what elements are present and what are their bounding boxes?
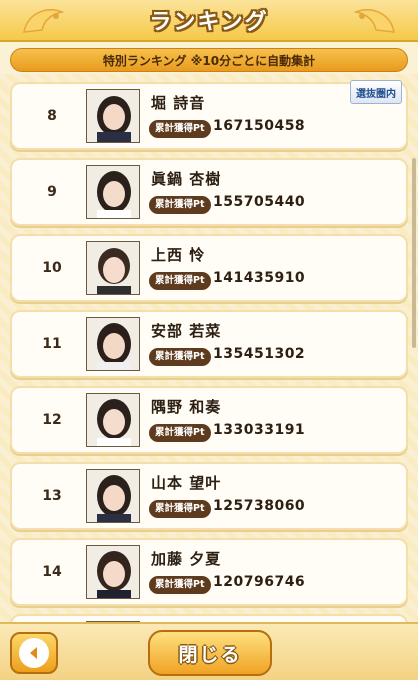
member-name: 眞鍋 杏樹 xyxy=(151,170,222,188)
points-label-badge: 累計獲得Pt xyxy=(149,424,211,442)
member-name: 安部 若菜 xyxy=(151,322,222,340)
ranking-row[interactable]: 9 眞鍋 杏樹 累計獲得Pt 155705440 xyxy=(10,158,408,226)
points-value: 120796746 xyxy=(213,574,306,590)
member-photo xyxy=(86,469,140,523)
peacock-ornament-icon xyxy=(353,9,395,33)
ranking-row[interactable]: 13 山本 望叶 累計獲得Pt 125738060 xyxy=(10,462,408,530)
rank-number: 8 xyxy=(47,108,57,124)
points-label-badge: 累計獲得Pt xyxy=(149,348,211,366)
peacock-ornament-icon xyxy=(23,9,65,33)
header-bar: ランキング xyxy=(0,0,418,42)
member-name: 加藤 夕夏 xyxy=(151,550,222,568)
ranking-list[interactable]: 8 堀 詩音 累計獲得Pt 167150458 選抜圏内 9 眞鍋 杏樹 累計獲… xyxy=(0,74,418,622)
member-photo xyxy=(86,241,140,295)
member-name: 上西 怜 xyxy=(151,246,206,264)
rank-number: 11 xyxy=(42,336,62,352)
points-value: 167150458 xyxy=(213,118,306,134)
rank-number: 13 xyxy=(42,488,62,504)
member-photo xyxy=(86,89,140,143)
points-value: 133033191 xyxy=(213,422,306,438)
page-title: ランキング xyxy=(149,10,269,35)
points-value: 125738060 xyxy=(213,498,306,514)
member-photo xyxy=(86,317,140,371)
rank-number: 12 xyxy=(42,412,62,428)
member-photo xyxy=(86,165,140,219)
ranking-row[interactable]: 12 隅野 和奏 累計獲得Pt 133033191 xyxy=(10,386,408,454)
points-label-badge: 累計獲得Pt xyxy=(149,120,211,138)
member-photo xyxy=(86,545,140,599)
points-label-badge: 累計獲得Pt xyxy=(149,272,211,290)
ranking-row[interactable]: 8 堀 詩音 累計獲得Pt 167150458 選抜圏内 xyxy=(10,80,408,150)
rank-number: 9 xyxy=(47,184,57,200)
points-label-badge: 累計獲得Pt xyxy=(149,576,211,594)
rank-number: 14 xyxy=(42,564,62,580)
member-name: 隅野 和奏 xyxy=(151,398,222,416)
ranking-row[interactable]: 14 加藤 夕夏 累計獲得Pt 120796746 xyxy=(10,538,408,606)
ranking-row-partial[interactable] xyxy=(10,614,408,622)
member-photo xyxy=(86,393,140,447)
points-label-badge: 累計獲得Pt xyxy=(149,196,211,214)
scrollbar[interactable] xyxy=(412,158,416,348)
ranking-subtitle: 特別ランキング ※10分ごとに自動集計 xyxy=(10,48,408,72)
points-label-badge: 累計獲得Pt xyxy=(149,500,211,518)
close-button[interactable]: 閉じる xyxy=(148,630,272,676)
points-value: 141435910 xyxy=(213,270,306,286)
points-value: 135451302 xyxy=(213,346,306,362)
back-button[interactable] xyxy=(10,632,58,674)
member-name: 山本 望叶 xyxy=(151,474,222,492)
member-name: 堀 詩音 xyxy=(151,94,206,112)
footer-bar: 閉じる xyxy=(0,622,418,680)
points-value: 155705440 xyxy=(213,194,306,210)
rank-number: 10 xyxy=(42,260,62,276)
back-arrow-icon xyxy=(19,638,49,668)
ranking-row[interactable]: 11 安部 若菜 累計獲得Pt 135451302 xyxy=(10,310,408,378)
selection-zone-tag: 選抜圏内 xyxy=(350,80,402,104)
ranking-row[interactable]: 10 上西 怜 累計獲得Pt 141435910 xyxy=(10,234,408,302)
